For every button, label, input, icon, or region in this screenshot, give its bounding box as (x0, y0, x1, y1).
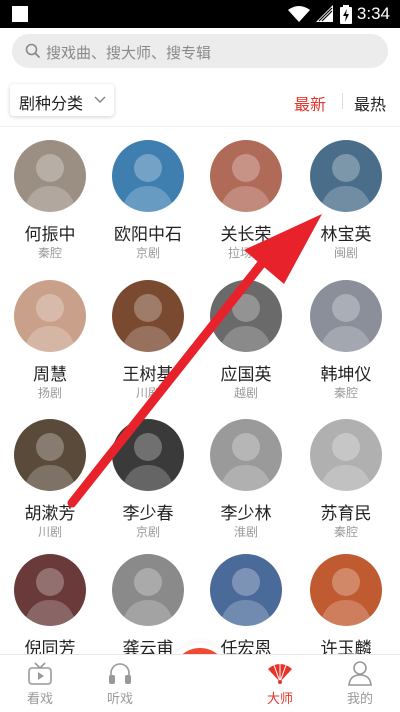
master-name: 周慧 (33, 365, 67, 385)
opera-genre: 越剧 (233, 386, 258, 400)
sort-newest-tab[interactable]: 最新 (294, 91, 326, 115)
masters-grid: 何振中 秦腔 欧阳中石 京剧 关长荣 拉场戏 林宝英 闽剧 周慧 扬剧 王树基 川剧 应国英 越剧 韩坤仪秦… (0, 126, 400, 654)
opera-genre: 京剧 (135, 525, 160, 539)
master-card[interactable]: 许玉麟 (296, 540, 396, 654)
master-card[interactable]: 王树基 川剧 (98, 266, 198, 406)
master-avatar (210, 419, 282, 491)
bottom-tab-bar: 看戏 听戏 大师 我的 (0, 654, 400, 712)
master-avatar (310, 419, 382, 491)
master-card[interactable]: 周慧 扬剧 (0, 266, 100, 406)
master-name: 王树基 (122, 365, 174, 385)
master-name: 李少林 (220, 504, 272, 524)
master-name: 韩坤仪 (320, 365, 372, 385)
master-card[interactable]: 何振中 秦腔 (0, 126, 100, 266)
opera-genre: 拉场戏 (227, 246, 264, 260)
master-avatar (14, 554, 86, 626)
master-card[interactable]: 任宏恩 (196, 540, 296, 654)
master-card[interactable]: 韩坤仪 秦腔 (296, 266, 396, 406)
master-card[interactable]: 苏育民 秦腔 (296, 405, 396, 545)
tab-label: 看戏 (26, 692, 53, 707)
opera-genre: 秦腔 (333, 525, 358, 539)
user-icon (348, 661, 372, 686)
master-avatar (210, 140, 282, 212)
tab-listen[interactable]: 听戏 (80, 655, 160, 712)
master-avatar (310, 280, 382, 352)
opera-genre: 秦腔 (37, 246, 62, 260)
master-avatar (112, 554, 184, 626)
tab-label: 大师 (266, 692, 293, 707)
search-bar[interactable]: 搜戏曲、搜大师、搜专辑 (12, 34, 388, 68)
opera-genre: 川剧 (37, 525, 62, 539)
master-avatar (210, 280, 282, 352)
battery-charging-icon (340, 5, 352, 24)
opera-genre: 淮剧 (233, 525, 258, 539)
master-card[interactable]: 龚云甫 (98, 540, 198, 654)
master-name: 龚云甫 (122, 639, 174, 654)
fan-icon (268, 664, 292, 684)
master-name: 李少春 (122, 504, 174, 524)
tab-watch[interactable]: 看戏 (0, 655, 80, 712)
status-time: 3:34 (356, 4, 390, 23)
tv-icon (28, 662, 52, 685)
master-avatar (310, 140, 382, 212)
master-card[interactable]: 应国英 越剧 (196, 266, 296, 406)
master-name: 胡漱芳 (24, 504, 76, 524)
tab-masters[interactable]: 大师 (240, 655, 320, 712)
search-placeholder: 搜戏曲、搜大师、搜专辑 (46, 44, 212, 62)
wifi-icon (288, 6, 310, 22)
master-card[interactable]: 李少春 京剧 (98, 405, 198, 545)
tab-mine[interactable]: 我的 (320, 655, 400, 712)
signal-icon (316, 5, 333, 22)
chevron-down-icon (94, 96, 106, 104)
master-name: 关长荣 (220, 225, 272, 245)
filter-bar: 剧种分类 最新 最热 (0, 76, 400, 127)
opera-genre: 川剧 (135, 386, 160, 400)
opera-genre: 扬剧 (37, 386, 62, 400)
status-bar: 3:34 (0, 0, 400, 28)
tab-label: 听戏 (106, 692, 133, 707)
master-avatar (14, 140, 86, 212)
master-avatar (112, 140, 184, 212)
opera-genre: 闽剧 (333, 246, 358, 260)
opera-genre: 秦腔 (333, 386, 358, 400)
master-avatar (210, 554, 282, 626)
master-name: 苏育民 (320, 504, 372, 524)
master-name: 倪同芳 (24, 639, 76, 654)
master-name: 何振中 (24, 225, 76, 245)
master-avatar (14, 280, 86, 352)
category-dropdown[interactable]: 剧种分类 (10, 84, 114, 116)
master-name: 欧阳中石 (114, 225, 182, 245)
master-avatar (112, 280, 184, 352)
master-avatar (14, 419, 86, 491)
master-name: 应国英 (220, 365, 272, 385)
master-card[interactable]: 胡漱芳 川剧 (0, 405, 100, 545)
master-card[interactable]: 倪同芳 (0, 540, 100, 654)
notification-icon (12, 6, 28, 22)
tab-label: 我的 (346, 692, 373, 707)
master-card[interactable]: 欧阳中石 京剧 (98, 126, 198, 266)
master-card[interactable]: 李少林 淮剧 (196, 405, 296, 545)
headphones-icon (109, 663, 131, 684)
opera-genre: 京剧 (135, 246, 160, 260)
search-icon (25, 43, 41, 59)
master-name: 许玉麟 (320, 639, 372, 654)
master-name: 林宝英 (320, 225, 372, 245)
master-card[interactable]: 林宝英 闽剧 (296, 126, 396, 266)
sort-hottest-tab[interactable]: 最热 (354, 91, 386, 115)
master-avatar (310, 554, 382, 626)
category-label: 剧种分类 (19, 94, 84, 113)
master-card[interactable]: 关长荣 拉场戏 (196, 126, 296, 266)
sort-divider (342, 93, 343, 109)
master-avatar (112, 419, 184, 491)
